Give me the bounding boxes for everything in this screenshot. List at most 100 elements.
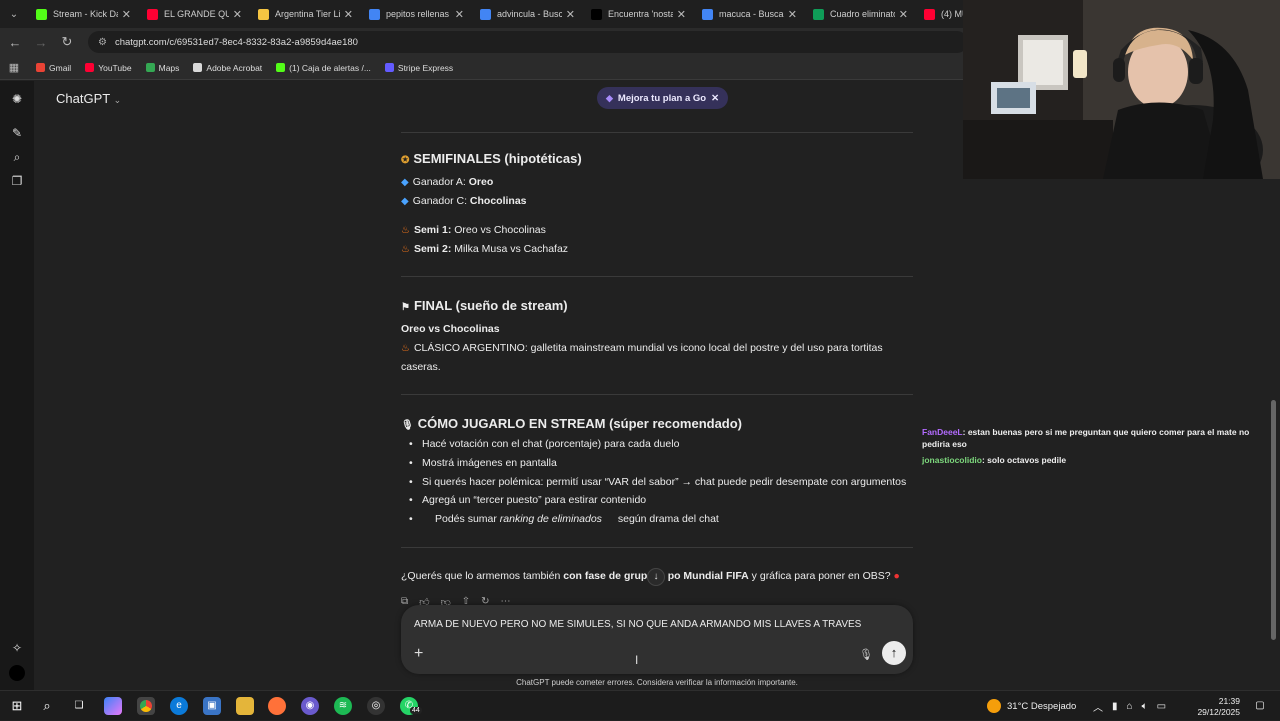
back-icon[interactable]: ← <box>4 35 26 50</box>
url-field[interactable]: ⚙ chatgpt.com/c/69531ed7-8ec4-8332-83a2-… <box>88 31 968 53</box>
microphone-icon[interactable]: 🎙︎ <box>859 648 873 661</box>
tab-favicon-icon <box>813 8 824 20</box>
final-desc: ♨ CLÁSICO ARGENTINO: galletita mainstream… <box>401 342 883 354</box>
search-icon[interactable]: ⌕ <box>38 697 56 715</box>
close-tab-icon[interactable]: ✕ <box>677 8 686 21</box>
bookmark-label: Maps <box>158 62 180 73</box>
tip-text: Si querés hacer polémica: permití usar “… <box>422 476 907 488</box>
clock[interactable]: 21:39 29/12/2025 <box>1190 696 1240 718</box>
semis-row-a: ◆ Ganador A: Oreo <box>401 176 493 188</box>
tab-title: macuca - Buscar c <box>719 9 784 19</box>
firefox-icon[interactable] <box>268 697 286 715</box>
browser-tab[interactable]: EL GRANDE QUE ✕ <box>139 0 250 28</box>
chrome-icon[interactable] <box>137 697 155 715</box>
divider <box>401 547 913 548</box>
browser-tab[interactable]: Stream - Kick Das ✕ <box>28 0 139 28</box>
battery-icon[interactable]: ▭ <box>1157 701 1166 712</box>
weather-widget[interactable]: 31°C Despejado <box>987 691 1076 721</box>
close-tab-icon[interactable]: ✕ <box>233 8 242 21</box>
close-icon[interactable]: ✕ <box>711 93 719 104</box>
browser-tab[interactable]: pepitos rellenas ✕ <box>361 0 472 28</box>
browser-tab[interactable]: Encuentra 'nostal ✕ <box>583 0 694 28</box>
obs-icon[interactable]: ◎ <box>367 697 385 715</box>
upgrade-sparkle-icon[interactable]: ✧ <box>9 640 25 656</box>
openai-logo-icon[interactable]: ✺ <box>9 91 25 107</box>
sidebar-rail: ✺ ✎ ⌕ ❐ ✧ <box>0 81 34 690</box>
folder-icon[interactable] <box>236 697 254 715</box>
volume-icon[interactable]: 🔈︎ <box>1142 701 1148 712</box>
close-tab-icon[interactable]: ✕ <box>455 8 464 21</box>
model-selector[interactable]: ChatGPT ⌄ <box>56 91 121 106</box>
bookmark-item[interactable]: Gmail <box>36 63 71 73</box>
close-tab-icon[interactable]: ✕ <box>899 8 908 21</box>
browser-tab[interactable]: advincula - Buscar ✕ <box>472 0 583 28</box>
browser-tab[interactable]: Argentina Tier Lis ✕ <box>250 0 361 28</box>
tip-text: Hacé votación con el chat (porcentaje) p… <box>422 438 680 450</box>
composer[interactable]: ARMA DE NUEVO PERO NO ME SIMULES, SI NO … <box>401 605 913 674</box>
bookmark-item[interactable]: Stripe Express <box>384 62 454 73</box>
reload-icon[interactable]: ↻ <box>56 34 78 50</box>
site-settings-icon[interactable]: ⚙ <box>98 37 107 48</box>
scroll-down-button[interactable]: ↓ <box>647 568 665 586</box>
semi1-label: Semi 1: <box>413 224 452 236</box>
chevron-down-icon: ⌄ <box>113 95 122 105</box>
tip5-pre: Podés sumar <box>435 513 500 525</box>
tip-item: Mostrá imágenes en pantalla <box>409 457 557 469</box>
how-title: CÓMO JUGARLO EN STREAM (súper recomendad… <box>417 416 743 431</box>
bookmark-item[interactable]: YouTube <box>85 63 132 73</box>
upgrade-label: Mejora tu plan a Go <box>617 92 707 104</box>
browser-tab[interactable]: macuca - Buscar c ✕ <box>694 0 805 28</box>
tab-title: Argentina Tier Lis <box>275 9 340 19</box>
prompt-input[interactable]: ARMA DE NUEVO PERO NO ME SIMULES, SI NO … <box>414 619 861 630</box>
discord-icon[interactable]: ◉ <box>301 697 319 715</box>
tab-search-icon[interactable]: ⌄ <box>0 0 28 28</box>
clock-time: 21:39 <box>1218 696 1240 706</box>
apps-grid-icon[interactable]: ▦ <box>0 61 28 74</box>
close-tab-icon[interactable]: ✕ <box>344 8 353 21</box>
task-view-icon[interactable]: ❑ <box>70 697 88 715</box>
disclaimer: ChatGPT puede cometer errores. Considera… <box>516 678 798 687</box>
start-windows-icon[interactable]: ⊞ <box>8 697 26 715</box>
bookmark-item[interactable]: (1) Caja de alertas /... <box>276 63 371 73</box>
semi1-value: Oreo vs Chocolinas <box>454 224 546 236</box>
tab-title: Cuadro eliminato <box>830 9 895 19</box>
close-tab-icon[interactable]: ✕ <box>566 8 575 21</box>
bookmark-item[interactable]: Adobe Acrobat <box>193 63 262 73</box>
send-button[interactable]: ↑ <box>882 641 906 665</box>
notifications-icon[interactable]: ▢ <box>1251 697 1269 715</box>
tray-app-icon[interactable]: ▮ <box>1112 701 1118 712</box>
bookmark-favicon-icon <box>193 63 203 72</box>
divider <box>401 394 913 395</box>
tip-item: Agregá un “tercer puesto” para estirar c… <box>409 494 646 506</box>
tab-title: pepitos rellenas <box>386 9 450 19</box>
plus-icon[interactable]: + <box>414 645 423 663</box>
browser-tab[interactable]: Cuadro eliminato ✕ <box>805 0 916 28</box>
store-icon[interactable]: ▣ <box>203 697 221 715</box>
chat-text: : solo octavos pedile <box>981 455 1067 465</box>
forward-icon[interactable]: → <box>30 35 52 50</box>
close-tab-icon[interactable]: ✕ <box>122 8 131 21</box>
tab-title: advincula - Buscar <box>497 9 562 19</box>
copilot-icon[interactable] <box>104 697 122 715</box>
question-bold: con fase de grupo <box>563 570 654 582</box>
bookmark-item[interactable]: Maps <box>145 62 180 73</box>
library-icon[interactable]: ❐ <box>9 173 25 189</box>
chevron-up-icon[interactable]: ︿ <box>1093 699 1103 714</box>
upgrade-pill[interactable]: ◆ Mejora tu plan a Go ✕ <box>597 87 729 109</box>
bookmark-label: Stripe Express <box>397 62 454 73</box>
how-heading: 🎙 CÓMO JUGARLO EN STREAM (súper recomenda… <box>401 416 742 431</box>
new-chat-icon[interactable]: ✎ <box>9 125 25 141</box>
copy-icon[interactable]: ⧉ <box>401 596 408 608</box>
avatar[interactable] <box>9 665 25 681</box>
bookmark-favicon-icon <box>384 63 394 72</box>
tip-item: Si querés hacer polémica: permití usar “… <box>409 476 906 488</box>
spotify-icon[interactable]: ≋ <box>334 697 352 715</box>
close-tab-icon[interactable]: ✕ <box>788 8 797 21</box>
weather-text: 31°C Despejado <box>1007 700 1077 712</box>
webcam-overlay <box>963 0 1280 179</box>
edge-icon[interactable]: e <box>170 697 188 715</box>
bookmark-favicon-icon <box>36 63 45 72</box>
network-icon[interactable]: ⌂ <box>1127 701 1133 712</box>
search-icon[interactable]: ⌕ <box>9 149 25 165</box>
semis-c-value: Chocolinas <box>469 195 527 207</box>
